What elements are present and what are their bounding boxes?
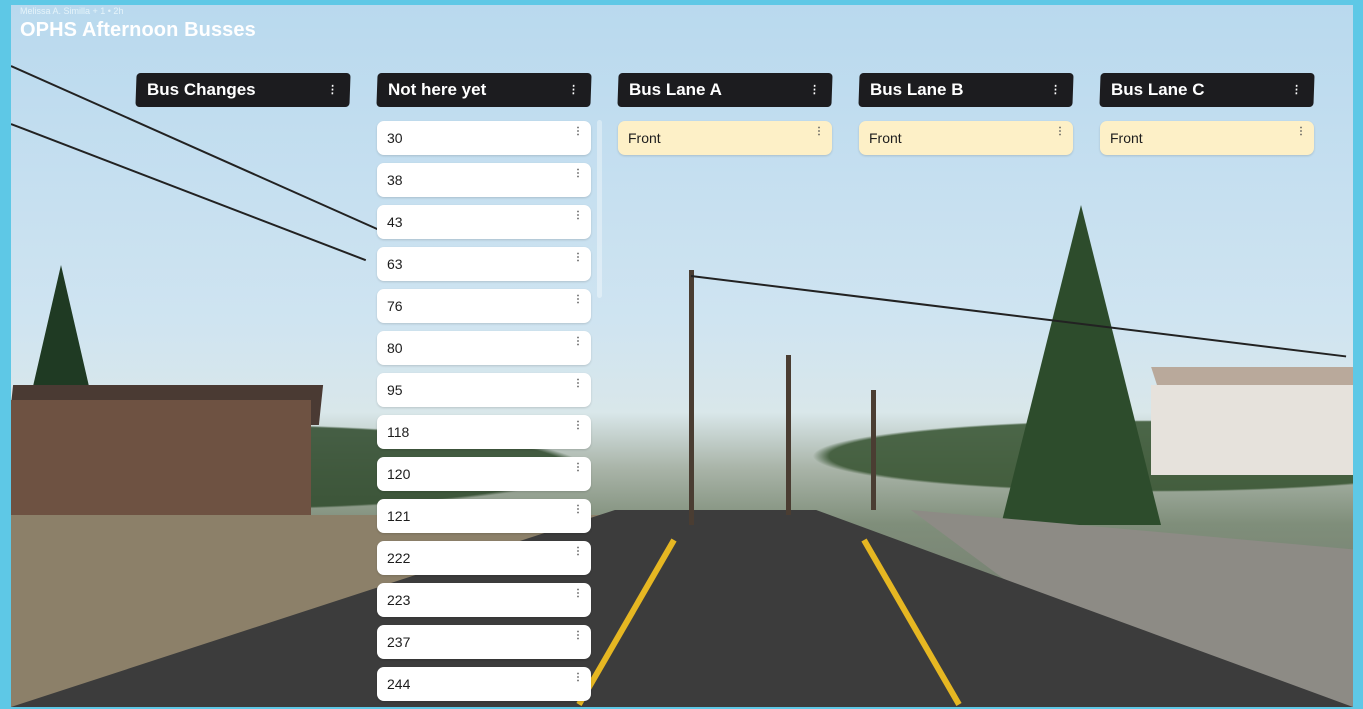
- background-house: [11, 400, 311, 520]
- column-title: Bus Lane C: [1111, 80, 1205, 99]
- background-utility-pole: [689, 270, 694, 525]
- column-title: Bus Lane B: [870, 80, 964, 99]
- column-header[interactable]: Bus Lane C ⋮: [1099, 73, 1315, 107]
- column-title: Not here yet: [388, 80, 487, 99]
- card-text: 38: [387, 172, 403, 188]
- card-text: 237: [387, 634, 411, 650]
- background-house: [1151, 385, 1353, 475]
- background-tree: [1001, 205, 1161, 525]
- column-bus-changes: Bus Changes ⋮: [135, 73, 351, 121]
- column-header[interactable]: Not here yet ⋮: [376, 73, 592, 107]
- column-header[interactable]: Bus Lane A ⋮: [617, 73, 833, 107]
- more-vertical-icon[interactable]: ⋮: [573, 505, 583, 515]
- more-vertical-icon[interactable]: ⋮: [573, 589, 583, 599]
- card-text: 95: [387, 382, 403, 398]
- card-text: 118: [387, 424, 410, 440]
- bus-card[interactable]: 120 ⋮: [377, 457, 591, 491]
- column-title: Bus Lane A: [629, 80, 722, 99]
- card-text: Front: [628, 130, 661, 146]
- more-vertical-icon[interactable]: ⋮: [573, 421, 583, 431]
- card-text: 76: [387, 298, 403, 314]
- card-text: 120: [387, 466, 411, 482]
- column-bus-lane-c: Bus Lane C ⋮ Front ⋮: [1099, 73, 1315, 163]
- more-vertical-icon[interactable]: ⋮: [573, 673, 583, 683]
- more-vertical-icon[interactable]: ⋮: [568, 84, 579, 96]
- bus-card[interactable]: 223 ⋮: [377, 583, 591, 617]
- more-vertical-icon[interactable]: ⋮: [573, 253, 583, 263]
- more-vertical-icon[interactable]: ⋮: [327, 84, 338, 96]
- bus-card[interactable]: 63 ⋮: [377, 247, 591, 281]
- board-title[interactable]: OPHS Afternoon Busses: [20, 19, 256, 42]
- more-vertical-icon[interactable]: ⋮: [573, 631, 583, 641]
- more-vertical-icon[interactable]: ⋮: [573, 463, 583, 473]
- more-vertical-icon[interactable]: ⋮: [1291, 84, 1302, 96]
- lane-card[interactable]: Front ⋮: [1100, 121, 1314, 155]
- card-text: Front: [869, 130, 902, 146]
- column-header[interactable]: Bus Changes ⋮: [135, 73, 351, 107]
- more-vertical-icon[interactable]: ⋮: [809, 84, 820, 96]
- background-utility-pole: [786, 355, 791, 515]
- bus-card[interactable]: 244 ⋮: [377, 667, 591, 701]
- board-header: Melissa A. Similla + 1 • 2h OPHS Afterno…: [20, 6, 256, 42]
- bus-card[interactable]: 76 ⋮: [377, 289, 591, 323]
- lane-card[interactable]: Front ⋮: [618, 121, 832, 155]
- bus-card[interactable]: 222 ⋮: [377, 541, 591, 575]
- more-vertical-icon[interactable]: ⋮: [1296, 127, 1306, 137]
- card-list: Front ⋮: [1100, 121, 1314, 155]
- more-vertical-icon[interactable]: ⋮: [573, 379, 583, 389]
- bus-card[interactable]: 30 ⋮: [377, 121, 591, 155]
- lane-card[interactable]: Front ⋮: [859, 121, 1073, 155]
- column-scrollbar[interactable]: [597, 120, 602, 298]
- more-vertical-icon[interactable]: ⋮: [573, 211, 583, 221]
- card-text: 222: [387, 550, 411, 566]
- card-text: Front: [1110, 130, 1143, 146]
- bus-card[interactable]: 95 ⋮: [377, 373, 591, 407]
- more-vertical-icon[interactable]: ⋮: [573, 337, 583, 347]
- bus-card[interactable]: 118 ⋮: [377, 415, 591, 449]
- more-vertical-icon[interactable]: ⋮: [573, 127, 583, 137]
- column-header[interactable]: Bus Lane B ⋮: [858, 73, 1074, 107]
- column-not-here-yet: Not here yet ⋮ 30 ⋮ 38 ⋮ 43 ⋮ 63 ⋮ 76 ⋮ 80 ⋮ 9…: [376, 73, 592, 709]
- bus-card[interactable]: 43 ⋮: [377, 205, 591, 239]
- more-vertical-icon[interactable]: ⋮: [573, 169, 583, 179]
- card-text: 80: [387, 340, 403, 356]
- card-text: 43: [387, 214, 403, 230]
- more-vertical-icon[interactable]: ⋮: [814, 127, 824, 137]
- card-text: 63: [387, 256, 403, 272]
- card-text: 121: [387, 508, 411, 524]
- more-vertical-icon[interactable]: ⋮: [573, 547, 583, 557]
- card-text: 244: [387, 676, 411, 692]
- card-list: Front ⋮: [859, 121, 1073, 155]
- bus-card[interactable]: 80 ⋮: [377, 331, 591, 365]
- card-list: 30 ⋮ 38 ⋮ 43 ⋮ 63 ⋮ 76 ⋮ 80 ⋮ 95 ⋮ 118 ⋮ 120 ⋮ 12…: [377, 121, 591, 701]
- card-list: Front ⋮: [618, 121, 832, 155]
- card-text: 223: [387, 592, 411, 608]
- bus-card[interactable]: 38 ⋮: [377, 163, 591, 197]
- more-vertical-icon[interactable]: ⋮: [573, 295, 583, 305]
- card-text: 30: [387, 130, 403, 146]
- column-bus-lane-b: Bus Lane B ⋮ Front ⋮: [858, 73, 1074, 163]
- column-bus-lane-a: Bus Lane A ⋮ Front ⋮: [617, 73, 833, 163]
- background-utility-pole: [871, 390, 876, 510]
- more-vertical-icon[interactable]: ⋮: [1050, 84, 1061, 96]
- board-meta: Melissa A. Similla + 1 • 2h: [20, 6, 124, 16]
- bus-card[interactable]: 121 ⋮: [377, 499, 591, 533]
- more-vertical-icon[interactable]: ⋮: [1055, 127, 1065, 137]
- bus-card[interactable]: 237 ⋮: [377, 625, 591, 659]
- column-title: Bus Changes: [147, 80, 256, 99]
